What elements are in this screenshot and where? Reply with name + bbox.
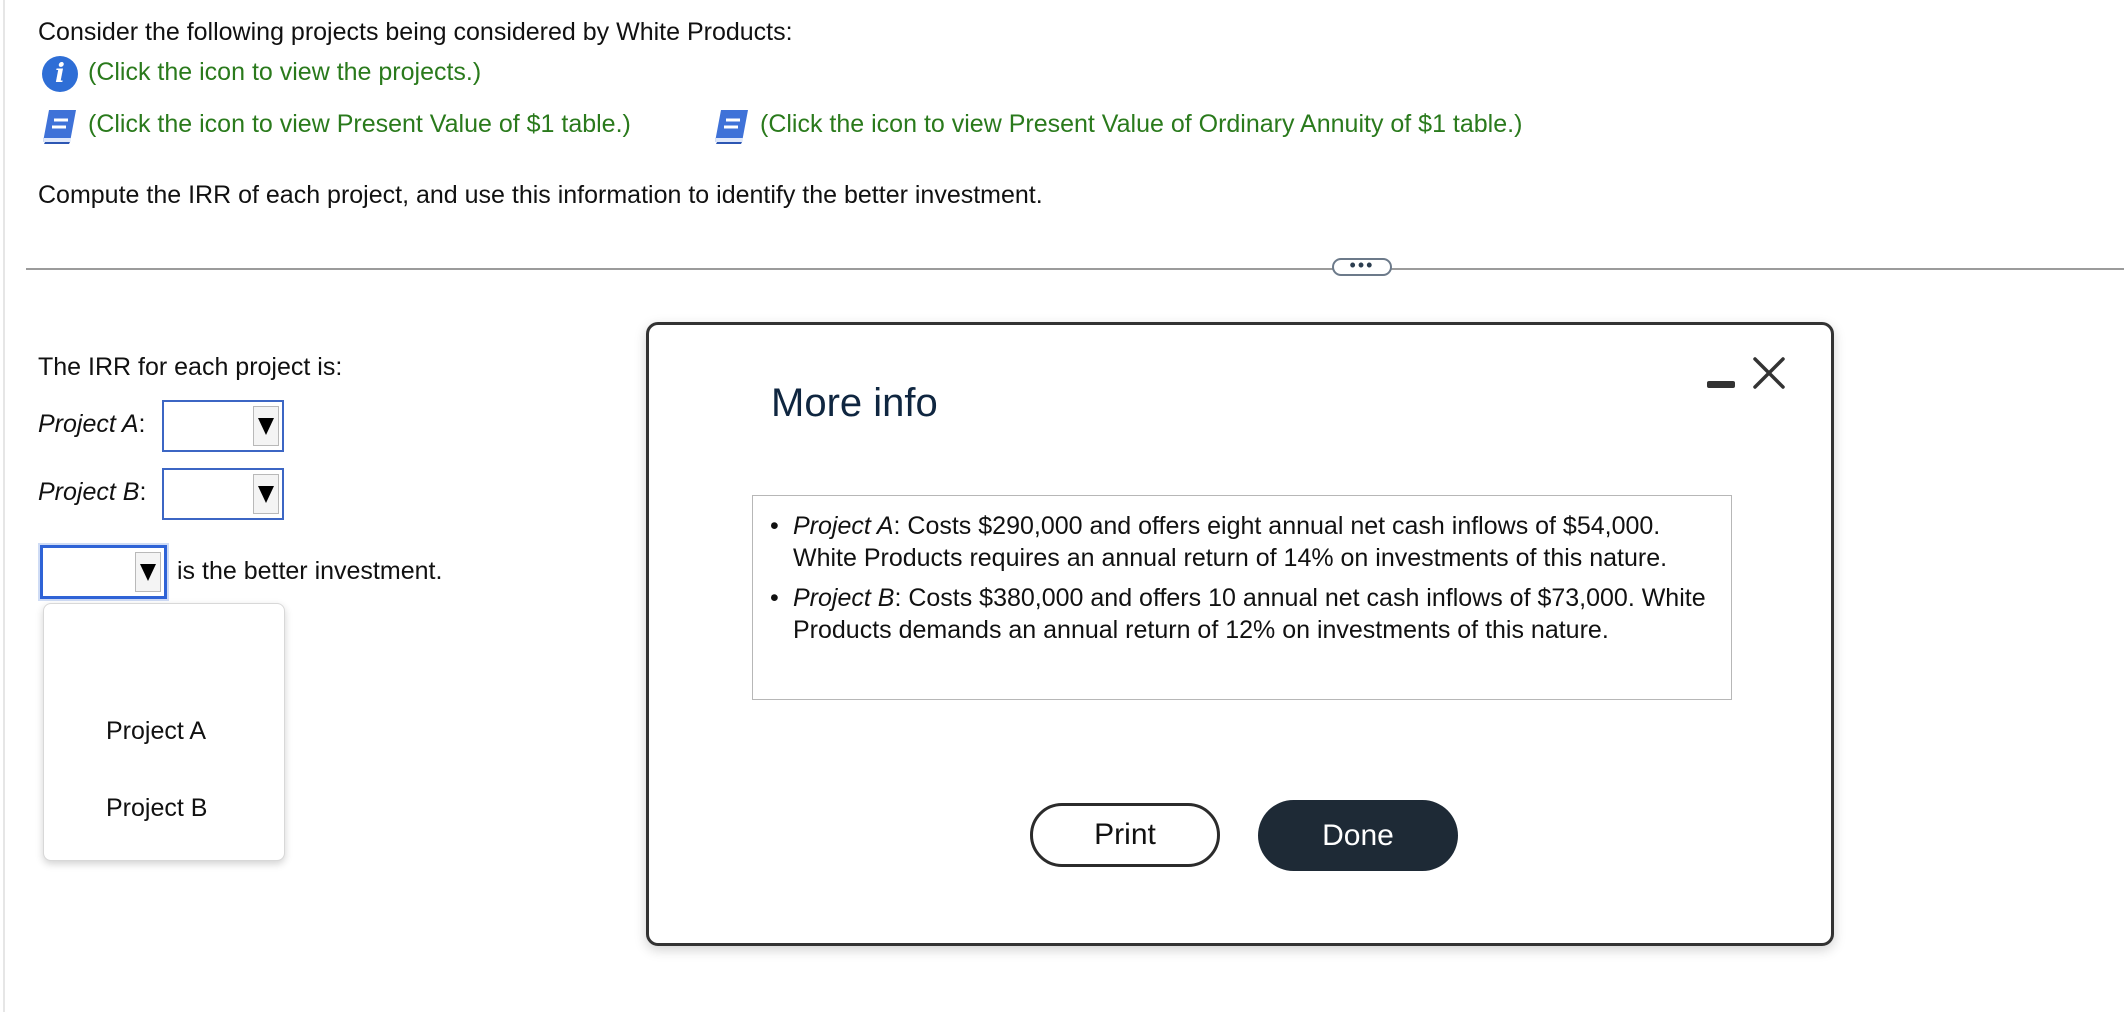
bullet: • [770,512,779,540]
project-b-info: • Project B: Costs $380,000 and offers 10… [770,584,1706,644]
pv-annuity-table-link[interactable]: (Click the icon to view Present Value of… [760,110,1522,139]
instruction: Compute the IRR of each project, and use… [38,181,1043,209]
dialog-title: More info [771,381,938,425]
book-icon[interactable] [712,106,752,146]
project-info-box: • Project A: Costs $290,000 and offers ei… [752,495,1732,700]
page: Consider the following projects being co… [0,0,2124,1012]
better-investment-dropdown: Project A Project B [43,603,285,861]
book-icon[interactable] [40,106,80,146]
project-b-irr-select[interactable] [162,468,284,520]
minimize-icon[interactable] [1707,378,1735,390]
project-a-label: Project A: [38,410,146,438]
better-investment-select[interactable] [40,545,167,599]
irr-heading: The IRR for each project is: [38,353,343,381]
projects-link[interactable]: (Click the icon to view the projects.) [88,58,481,87]
chevron-down-icon [135,552,161,592]
project-b-label: Project B: [38,478,147,506]
close-icon[interactable] [1751,355,1787,391]
dropdown-option-project-a[interactable]: Project A [106,717,206,746]
section-divider [26,268,2124,270]
project-a-info: • Project A: Costs $290,000 and offers ei… [770,512,1668,572]
better-investment-text: is the better investment. [177,557,443,585]
divider-handle[interactable]: ••• [1332,256,1392,276]
dropdown-option-project-b[interactable]: Project B [106,794,207,823]
bullet: • [770,584,779,612]
print-button[interactable]: Print [1030,803,1220,867]
done-button[interactable]: Done [1258,800,1458,871]
chevron-down-icon [253,474,279,514]
pv-table-link[interactable]: (Click the icon to view Present Value of… [88,110,631,139]
project-a-irr-select[interactable] [162,400,284,452]
question-intro: Consider the following projects being co… [38,18,793,46]
info-icon[interactable]: i [42,56,78,92]
chevron-down-icon [253,406,279,446]
left-rule [3,0,5,1012]
more-info-dialog: More info • Project A: Costs $290,000 and… [646,322,1834,946]
